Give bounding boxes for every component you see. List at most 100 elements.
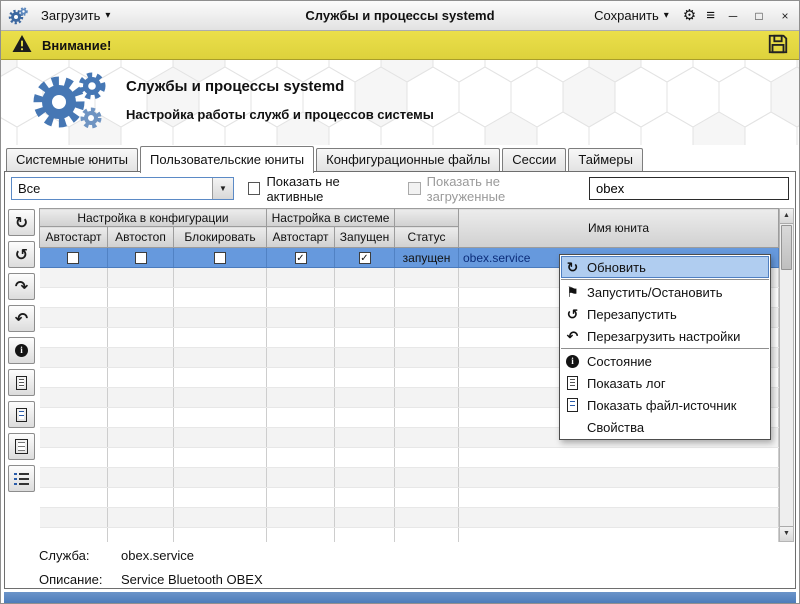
source-file-icon	[16, 408, 27, 422]
menu-item-label: Обновить	[587, 260, 646, 275]
log-icon	[564, 376, 581, 390]
context-menu-item-refresh[interactable]: ↻ Обновить	[561, 256, 769, 278]
table-row-empty[interactable]	[40, 468, 779, 488]
group-header-system: Настройка в системе	[267, 209, 395, 227]
show-source-button[interactable]	[8, 401, 35, 428]
menu-hamburger-button[interactable]: ≡	[706, 8, 715, 23]
minimize-button[interactable]: ─	[725, 9, 741, 23]
table-row-empty[interactable]	[40, 528, 779, 543]
restart-icon: ↷	[15, 277, 28, 297]
checkbox-show-inactive-label: Показать не активные	[266, 174, 394, 204]
unit-filter-select[interactable]: Все ▼	[11, 177, 234, 200]
list-icon	[14, 473, 29, 485]
warning-icon	[11, 34, 33, 56]
menu-separator	[561, 348, 769, 349]
actions-toolbar: ↻ ↺ ↷ ↶ i	[8, 209, 38, 492]
unit-name-link[interactable]: obex.service	[459, 251, 530, 265]
table-row-empty[interactable]	[40, 488, 779, 508]
page-header: Службы и процессы systemd Настройка рабо…	[1, 60, 799, 145]
refresh-icon: ↻	[564, 259, 581, 276]
app-gears-icon	[7, 5, 29, 27]
menu-item-label: Состояние	[587, 354, 652, 369]
checkbox-show-inactive[interactable]: Показать не активные	[248, 174, 394, 204]
properties-button[interactable]	[8, 433, 35, 460]
window-title: Службы и процессы systemd	[237, 8, 563, 23]
menu-item-label: Запустить/Остановить	[587, 285, 722, 300]
scroll-down-button[interactable]: ▼	[780, 526, 793, 541]
scroll-up-button[interactable]: ▲	[780, 209, 793, 224]
column-header-config-autostop: Автостоп	[108, 227, 174, 248]
context-menu: ↻ Обновить ⚑ Запустить/Остановить ↺ Пере…	[559, 254, 771, 440]
log-icon	[16, 376, 27, 390]
group-header-blank	[395, 209, 459, 227]
warning-label: Внимание!	[42, 38, 111, 53]
reload-icon: ↶	[564, 328, 581, 345]
column-header-config-block: Блокировать	[174, 227, 267, 248]
restart-button[interactable]: ↷	[8, 273, 35, 300]
tab-user-units[interactable]: Пользовательские юниты	[140, 146, 314, 173]
context-menu-item-show-source[interactable]: Показать файл-источник	[561, 394, 769, 416]
checkbox-config-autostart[interactable]	[67, 252, 79, 264]
menu-item-label: Перезапустить	[587, 307, 677, 322]
scrollbar-thumb[interactable]	[781, 225, 792, 270]
load-menu-button[interactable]: Загрузить ▾	[37, 6, 114, 25]
window-titlebar: Загрузить ▾ Службы и процессы systemd Со…	[1, 1, 799, 31]
checkbox-show-unloaded[interactable]: Показать не загруженные	[408, 174, 575, 204]
info-icon: i	[15, 344, 28, 357]
status-cell: запущен	[395, 248, 459, 268]
status-button[interactable]: i	[8, 337, 35, 364]
app-logo-gears-icon	[27, 66, 115, 143]
column-header-status: Статус	[395, 227, 459, 248]
maximize-button[interactable]: □	[751, 9, 767, 23]
checkbox-config-autostop[interactable]	[135, 252, 147, 264]
close-button[interactable]: ×	[777, 9, 793, 23]
unit-filter-value: Все	[12, 181, 212, 196]
checkbox-config-block[interactable]	[214, 252, 226, 264]
warning-banner: Внимание!	[1, 31, 799, 60]
context-menu-item-reload-settings[interactable]: ↶ Перезагрузить настройки	[561, 325, 769, 347]
list-button[interactable]	[8, 465, 35, 492]
settings-gear-button[interactable]: ⚙	[683, 8, 696, 23]
refresh-button[interactable]: ↻	[8, 209, 35, 236]
context-menu-item-show-log[interactable]: Показать лог	[561, 372, 769, 394]
page-subtitle: Настройка работы служб и процессов систе…	[126, 107, 434, 122]
column-header-config-autostart: Автостарт	[40, 227, 108, 248]
description-label: Описание:	[39, 572, 121, 587]
save-menu-button[interactable]: Сохранить ▾	[590, 6, 673, 25]
context-menu-item-properties[interactable]: Свойства	[561, 416, 769, 438]
checkbox-box	[408, 182, 421, 195]
start-stop-button[interactable]: ↺	[8, 241, 35, 268]
load-menu-label: Загрузить	[41, 8, 100, 23]
tab-timers[interactable]: Таймеры	[568, 148, 643, 172]
tab-sessions[interactable]: Сессии	[502, 148, 566, 172]
reload-icon: ↶	[15, 309, 28, 329]
tab-config-files[interactable]: Конфигурационные файлы	[316, 148, 500, 172]
unit-info-footer: Служба: obex.service Описание: Service B…	[39, 548, 263, 596]
context-menu-item-start-stop[interactable]: ⚑ Запустить/Остановить	[561, 281, 769, 303]
caret-down-icon: ▾	[105, 10, 110, 21]
column-header-unit-name: Имя юнита	[459, 209, 779, 248]
checkbox-system-running[interactable]: ✓	[359, 252, 371, 264]
flag-icon: ⚑	[564, 284, 581, 301]
vertical-scrollbar[interactable]: ▲ ▼	[779, 208, 794, 542]
table-row-empty[interactable]	[40, 508, 779, 528]
menu-item-label: Показать лог	[587, 376, 666, 391]
show-log-button[interactable]	[8, 369, 35, 396]
context-menu-item-restart[interactable]: ↺ Перезапустить	[561, 303, 769, 325]
checkbox-system-autostart[interactable]: ✓	[295, 252, 307, 264]
search-input[interactable]	[589, 177, 789, 200]
reload-settings-button[interactable]: ↶	[8, 305, 35, 332]
menu-item-label: Свойства	[587, 420, 644, 435]
service-label: Служба:	[39, 548, 121, 563]
tab-system-units[interactable]: Системные юниты	[6, 148, 138, 172]
column-header-system-autostart: Автостарт	[267, 227, 335, 248]
table-row-empty[interactable]	[40, 448, 779, 468]
menu-separator	[561, 279, 769, 280]
app-window: Загрузить ▾ Службы и процессы systemd Со…	[0, 0, 800, 604]
context-menu-item-status[interactable]: i Состояние	[561, 350, 769, 372]
menu-item-label: Показать файл-источник	[587, 398, 736, 413]
save-file-button[interactable]	[767, 33, 789, 58]
filter-bar: Все ▼ Показать не активные Показать не з…	[5, 172, 795, 205]
refresh-icon: ↻	[15, 213, 28, 233]
tab-bar: Системные юниты Пользовательские юниты К…	[4, 145, 796, 172]
